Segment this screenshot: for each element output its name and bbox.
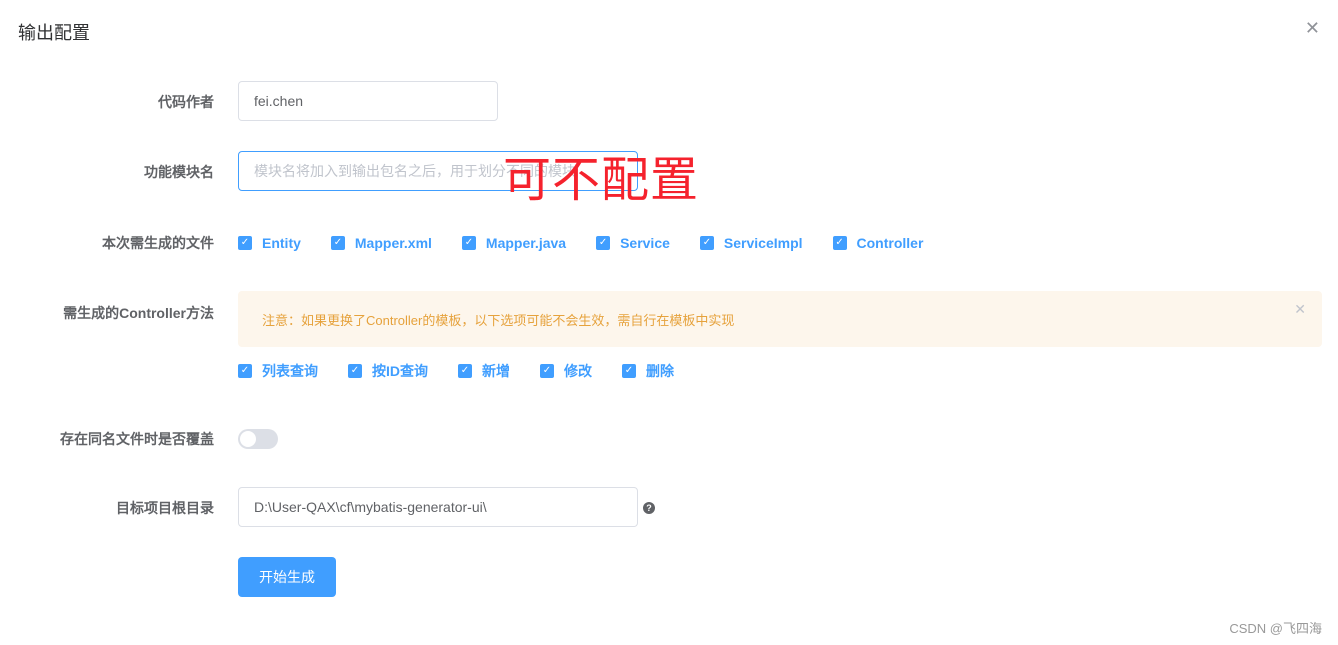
warning-alert: 注意：如果更换了Controller的模板，以下选项可能不会生效，需自行在模板中… [238, 291, 1322, 347]
checkbox-methods[interactable]: ✓ 删除 [622, 361, 674, 381]
root-label: 目标项目根目录 [116, 500, 214, 516]
checkbox-files[interactable]: ✓ Mapper.xml [330, 235, 432, 251]
checkbox-label: 删除 [646, 363, 674, 379]
checkbox-check-icon: ✓ [238, 236, 252, 250]
checkbox-label: Service [620, 235, 670, 251]
checkbox-check-icon: ✓ [458, 364, 472, 378]
checkbox-check-icon: ✓ [699, 236, 714, 250]
checkbox-methods[interactable]: ✓ 新增 [458, 361, 510, 381]
checkbox-label: Controller [856, 235, 924, 251]
help-icon[interactable]: ? [643, 502, 655, 514]
close-icon[interactable]: ✕ [1305, 18, 1320, 39]
checkbox-check-icon: ✓ [622, 364, 636, 378]
overwrite-switch[interactable] [238, 429, 278, 449]
checkbox-check-icon: ✓ [540, 364, 554, 378]
checkbox-files[interactable]: ✓ Controller [832, 235, 924, 251]
checkbox-label: Mapper.xml [354, 235, 432, 251]
checkbox-check-icon: ✓ [832, 236, 847, 250]
methods-checkbox-group: ✓ 列表查询 ✓ 按ID查询 ✓ 新增 ✓ 修改 ✓ 删除 [238, 361, 704, 381]
methods-label: 需生成的Controller方法 [63, 305, 214, 321]
files-label: 本次需生成的文件 [102, 235, 214, 251]
module-label: 功能模块名 [144, 164, 214, 180]
author-label: 代码作者 [158, 94, 214, 110]
root-input[interactable]: D:\User-QAX\cf\mybatis-generator-ui\ [238, 487, 638, 527]
checkbox-methods[interactable]: ✓ 按ID查询 [348, 361, 428, 381]
dialog-title: 输出配置 [18, 23, 90, 43]
overwrite-label: 存在同名文件时是否覆盖 [60, 431, 214, 447]
checkbox-label: ServiceImpl [723, 235, 803, 251]
checkbox-methods[interactable]: ✓ 列表查询 [238, 361, 318, 381]
checkbox-files[interactable]: ✓ Entity [238, 235, 301, 251]
checkbox-check-icon: ✓ [596, 236, 611, 250]
checkbox-check-icon: ✓ [238, 364, 252, 378]
watermark: CSDN @飞四海 [1229, 621, 1322, 636]
checkbox-check-icon: ✓ [330, 236, 345, 250]
generate-button[interactable]: 开始生成 [238, 557, 336, 597]
checkbox-label: Entity [262, 235, 301, 251]
checkbox-label: 修改 [564, 363, 592, 379]
checkbox-label: 新增 [482, 363, 510, 379]
checkbox-files[interactable]: ✓ ServiceImpl [699, 235, 803, 251]
files-checkbox-group: ✓ Entity ✓ Mapper.xml ✓ Mapper.java ✓ Service ✓ S… [238, 235, 953, 251]
checkbox-label: 按ID查询 [372, 363, 428, 379]
checkbox-methods[interactable]: ✓ 修改 [540, 361, 592, 381]
annotation-text: 可不配置 [503, 152, 700, 208]
checkbox-files[interactable]: ✓ Service [596, 235, 670, 251]
checkbox-files[interactable]: ✓ Mapper.java [461, 235, 567, 251]
checkbox-label: Mapper.java [485, 235, 567, 251]
checkbox-label: 列表查询 [262, 363, 318, 379]
author-input[interactable]: fei.chen [238, 81, 498, 121]
alert-text: 注意：如果更换了Controller的模板，以下选项可能不会生效，需自行在模板中… [262, 312, 735, 328]
alert-close-icon[interactable]: ✕ [1294, 301, 1306, 318]
checkbox-check-icon: ✓ [461, 236, 476, 250]
checkbox-check-icon: ✓ [348, 364, 362, 378]
